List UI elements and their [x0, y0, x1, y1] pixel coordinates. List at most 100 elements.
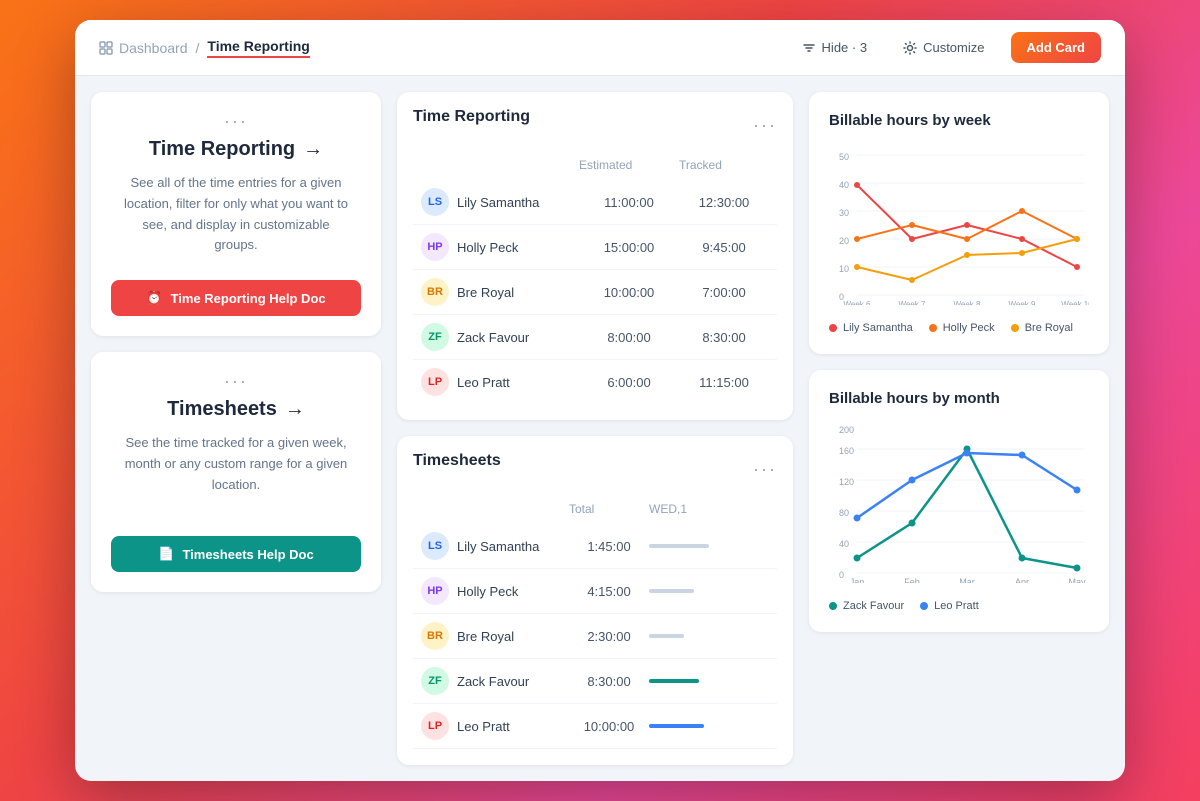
- hide-label: Hide · 3: [822, 40, 868, 55]
- customize-button[interactable]: Customize: [893, 34, 994, 61]
- info-card-1-title: Time Reporting →: [149, 138, 323, 161]
- svg-text:30: 30: [839, 208, 849, 218]
- svg-text:20: 20: [839, 236, 849, 246]
- estimated-time: 10:00:00: [579, 285, 679, 300]
- legend-label: Leo Pratt: [934, 600, 979, 612]
- time-reporting-help-button[interactable]: ⏰ Time Reporting Help Doc: [111, 280, 361, 316]
- svg-text:40: 40: [839, 539, 849, 549]
- timesheets-table-card: Timesheets ··· Total WED,1 LS Lily Saman…: [397, 436, 793, 765]
- legend-item: Leo Pratt: [920, 600, 979, 612]
- tracked-time: 7:00:00: [679, 285, 769, 300]
- legend-label: Holly Peck: [943, 322, 995, 334]
- table-row: LS Lily Samantha 1:45:00: [413, 524, 777, 569]
- estimated-time: 15:00:00: [579, 240, 679, 255]
- info-card-2-desc: See the time tracked for a given week, m…: [111, 433, 361, 495]
- progress-cell: [649, 589, 769, 593]
- col-wed: WED,1: [649, 502, 769, 516]
- info-card-1-desc: See all of the time entries for a given …: [111, 173, 361, 256]
- card-menu-button-1[interactable]: ···: [224, 112, 248, 130]
- svg-text:0: 0: [839, 570, 844, 580]
- avatar: LS: [421, 532, 449, 560]
- avatar: LS: [421, 188, 449, 216]
- header: Dashboard / Time Reporting Hide · 3 Cust…: [75, 20, 1125, 76]
- info-card-2-title: Timesheets →: [167, 398, 305, 421]
- svg-text:50: 50: [839, 152, 849, 162]
- svg-text:160: 160: [839, 446, 854, 456]
- svg-text:Week 10: Week 10: [1061, 300, 1089, 305]
- progress-bar: [649, 634, 684, 638]
- legend-dot: [920, 602, 928, 610]
- timesheets-table-title: Timesheets: [413, 452, 501, 470]
- chart-week-title: Billable hours by week: [829, 112, 1089, 129]
- col-tracked: Tracked: [679, 158, 769, 172]
- svg-text:Mar: Mar: [959, 577, 975, 583]
- estimated-time: 11:00:00: [579, 195, 679, 210]
- col-left: ··· Time Reporting → See all of the time…: [91, 92, 381, 765]
- timesheets-table-header: Timesheets ···: [413, 452, 777, 486]
- svg-text:May: May: [1068, 577, 1086, 583]
- tracked-time: 11:15:00: [679, 375, 769, 390]
- user-cell: BR Bre Royal: [421, 278, 579, 306]
- table-row: LP Leo Pratt 10:00:00: [413, 704, 777, 749]
- total-time: 1:45:00: [569, 539, 649, 554]
- legend-dot: [1011, 324, 1019, 332]
- avatar: ZF: [421, 667, 449, 695]
- legend-item: Bre Royal: [1011, 322, 1073, 334]
- timesheets-dots-button[interactable]: ···: [753, 460, 777, 478]
- svg-text:Week 7: Week 7: [899, 300, 927, 305]
- progress-cell: [649, 544, 769, 548]
- user-cell: ZF Zack Favour: [421, 323, 579, 351]
- estimated-time: 6:00:00: [579, 375, 679, 390]
- user-cell: HP Holly Peck: [421, 577, 569, 605]
- dashboard-icon: [99, 41, 113, 55]
- time-reporting-col-headers: Estimated Tracked: [413, 154, 777, 176]
- legend-label: Bre Royal: [1025, 322, 1073, 334]
- total-time: 4:15:00: [569, 584, 649, 599]
- user-name: Bre Royal: [457, 629, 514, 644]
- progress-bar: [649, 544, 709, 548]
- tracked-time: 12:30:00: [679, 195, 769, 210]
- breadcrumb-dashboard: Dashboard: [99, 40, 188, 56]
- card-menu-button-2[interactable]: ···: [224, 372, 248, 390]
- time-reporting-help-label: Time Reporting Help Doc: [171, 291, 326, 306]
- chart-week-legend: Lily Samantha Holly Peck Bre Royal: [829, 322, 1089, 334]
- header-actions: Hide · 3 Customize Add Card: [792, 32, 1101, 63]
- time-reporting-dots-button[interactable]: ···: [753, 116, 777, 134]
- table-row: ZF Zack Favour 8:00:00 8:30:00: [413, 315, 777, 360]
- chart-card-month: Billable hours by month 0 40 80 120 160 …: [809, 370, 1109, 632]
- timesheets-help-icon: 📄: [158, 546, 174, 562]
- estimated-time: 8:00:00: [579, 330, 679, 345]
- table-row: LP Leo Pratt 6:00:00 11:15:00: [413, 360, 777, 404]
- svg-text:80: 80: [839, 508, 849, 518]
- dashboard-label: Dashboard: [119, 40, 188, 56]
- user-name: Leo Pratt: [457, 375, 510, 390]
- time-reporting-table-header: Time Reporting ···: [413, 108, 777, 142]
- add-card-button[interactable]: Add Card: [1011, 32, 1102, 63]
- info-card-2-arrow: →: [285, 398, 305, 421]
- info-card-time-reporting: ··· Time Reporting → See all of the time…: [91, 92, 381, 336]
- progress-cell: [649, 634, 769, 638]
- legend-item: Zack Favour: [829, 600, 904, 612]
- total-time: 2:30:00: [569, 629, 649, 644]
- info-card-1-arrow: →: [303, 138, 323, 161]
- user-cell: LS Lily Samantha: [421, 532, 569, 560]
- user-cell: LS Lily Samantha: [421, 188, 579, 216]
- chart-month-svg: 0 40 80 120 160 200 Jan Feb Mar A: [829, 423, 1089, 583]
- app-container: Dashboard / Time Reporting Hide · 3 Cust…: [75, 20, 1125, 781]
- col-right: Billable hours by week 0 10 20 30 40 50: [809, 92, 1109, 765]
- legend-dot: [829, 324, 837, 332]
- svg-text:Feb: Feb: [904, 577, 920, 583]
- chart-week-svg: 0 10 20 30 40 50 Week 6 Week 7 W: [829, 145, 1089, 305]
- user-name: Holly Peck: [457, 240, 518, 255]
- progress-cell: [649, 679, 769, 683]
- card-menu-1: ···: [224, 112, 248, 130]
- customize-label: Customize: [923, 40, 984, 55]
- timesheets-help-button[interactable]: 📄 Timesheets Help Doc: [111, 536, 361, 572]
- user-name: Bre Royal: [457, 285, 514, 300]
- breadcrumb-current: Time Reporting: [207, 38, 309, 58]
- user-cell: LP Leo Pratt: [421, 712, 569, 740]
- avatar: ZF: [421, 323, 449, 351]
- table-row: BR Bre Royal 2:30:00: [413, 614, 777, 659]
- table-row: HP Holly Peck 4:15:00: [413, 569, 777, 614]
- hide-button[interactable]: Hide · 3: [792, 34, 878, 61]
